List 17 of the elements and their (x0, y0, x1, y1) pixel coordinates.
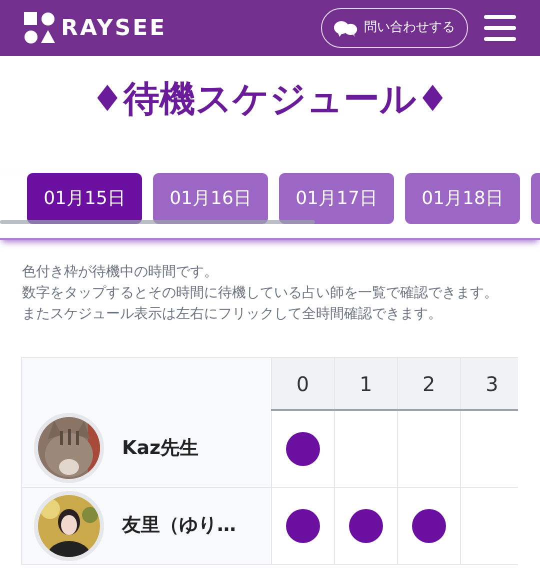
logo-icon (24, 12, 56, 44)
date-tab[interactable]: 01月18日 (405, 173, 520, 224)
fortune-teller-name[interactable]: 友里（ゆり… (122, 511, 236, 540)
logo-text: RAYSEE (61, 14, 167, 42)
contact-button[interactable]: 問い合わせする (321, 8, 468, 48)
chat-bubbles-icon (334, 20, 358, 36)
instruction-text: またスケジュール表示は左右にフリックして全時間確認できます。 (22, 305, 443, 324)
fortune-teller-name[interactable]: Kaz先生 (122, 434, 199, 462)
menu-button[interactable] (484, 15, 516, 41)
instruction-text: 色付き枠が待機中の時間です。 (22, 263, 219, 282)
instruction-text: 数字をタップするとその時間に待機している占い師を一覧で確認できます。 (22, 284, 499, 303)
page-title: ♦待機スケジュール♦ (91, 77, 449, 122)
hour-header[interactable]: 2 (397, 358, 460, 410)
date-tab[interactable]: 01月17日 (279, 173, 394, 224)
hour-header[interactable]: 0 (271, 358, 334, 410)
hour-header[interactable]: 1 (334, 358, 398, 410)
hour-header[interactable]: 3 (460, 358, 518, 410)
